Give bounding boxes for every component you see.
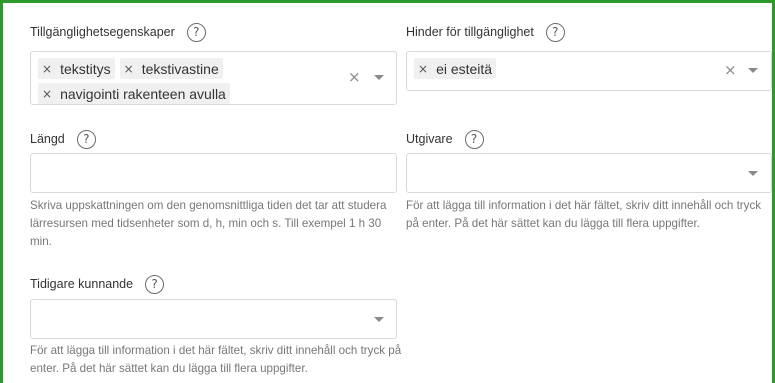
duration-label-row: Längd ? — [30, 128, 397, 150]
duration-input[interactable] — [30, 153, 397, 193]
chevron-down-icon[interactable] — [748, 171, 758, 176]
publisher-field: Utgivare ? — [406, 128, 772, 150]
prior-knowledge-select[interactable] — [30, 299, 397, 339]
help-icon[interactable]: ? — [545, 22, 565, 42]
chip-label: tekstivastine — [141, 60, 219, 77]
publisher-hint: För att lägga till information i det här… — [406, 199, 762, 230]
accessibility-hazards-select[interactable]: × ei esteitä × — [406, 51, 772, 91]
accessibility-features-label: Tillgänglighetsegenskaper — [30, 25, 175, 39]
clear-icon[interactable]: × — [348, 68, 361, 86]
prior-knowledge-label: Tidigare kunnande — [30, 277, 134, 291]
help-icon[interactable]: ? — [76, 129, 96, 149]
remove-chip-icon[interactable]: × — [42, 62, 52, 76]
chip: × tekstivastine — [119, 58, 223, 79]
prior-knowledge-hint: För att lägga till information i det här… — [30, 344, 402, 375]
prior-knowledge-field: Tidigare kunnande ? — [30, 273, 397, 295]
remove-chip-icon[interactable]: × — [42, 87, 52, 101]
chip-label: tekstitys — [60, 60, 111, 77]
duration-hint: Skriva uppskattningen om den genomsnittl… — [30, 199, 387, 248]
prior-knowledge-label-row: Tidigare kunnande ? — [30, 273, 397, 295]
duration-label: Längd — [30, 132, 65, 146]
accessibility-hazards-label: Hinder för tillgänglighet — [406, 25, 534, 39]
accessibility-hazards-label-row: Hinder för tillgänglighet ? — [406, 21, 772, 43]
duration-field: Längd ? — [30, 128, 397, 150]
accessibility-features-select[interactable]: × tekstitys × tekstivastine × navigointi… — [30, 51, 397, 105]
chip: × ei esteitä — [414, 58, 497, 79]
help-icon[interactable]: ? — [145, 274, 165, 294]
accessibility-features-chips: × tekstitys × tekstivastine × navigointi… — [38, 58, 336, 108]
accessibility-hazards-chips: × ei esteitä — [414, 58, 711, 83]
chip-label: ei esteitä — [436, 60, 493, 77]
form-panel: Tillgänglighetsegenskaper ? × tekstitys … — [0, 0, 775, 383]
publisher-label: Utgivare — [406, 132, 453, 146]
chevron-down-icon[interactable] — [748, 68, 758, 73]
chevron-down-icon[interactable] — [374, 317, 384, 322]
remove-chip-icon[interactable]: × — [418, 62, 428, 76]
chip: × navigointi rakenteen avulla — [38, 83, 230, 104]
chip: × tekstitys — [38, 58, 115, 79]
accessibility-features-field: Tillgänglighetsegenskaper ? — [30, 21, 397, 43]
publisher-select[interactable] — [406, 153, 772, 193]
accessibility-hazards-field: Hinder för tillgänglighet ? — [406, 21, 772, 43]
clear-icon[interactable]: × — [724, 61, 737, 79]
chip-label: navigointi rakenteen avulla — [60, 85, 226, 102]
help-icon[interactable]: ? — [464, 129, 484, 149]
publisher-label-row: Utgivare ? — [406, 128, 772, 150]
remove-chip-icon[interactable]: × — [124, 62, 134, 76]
help-icon[interactable]: ? — [186, 22, 206, 42]
chevron-down-icon[interactable] — [374, 75, 384, 80]
accessibility-features-label-row: Tillgänglighetsegenskaper ? — [30, 21, 397, 43]
